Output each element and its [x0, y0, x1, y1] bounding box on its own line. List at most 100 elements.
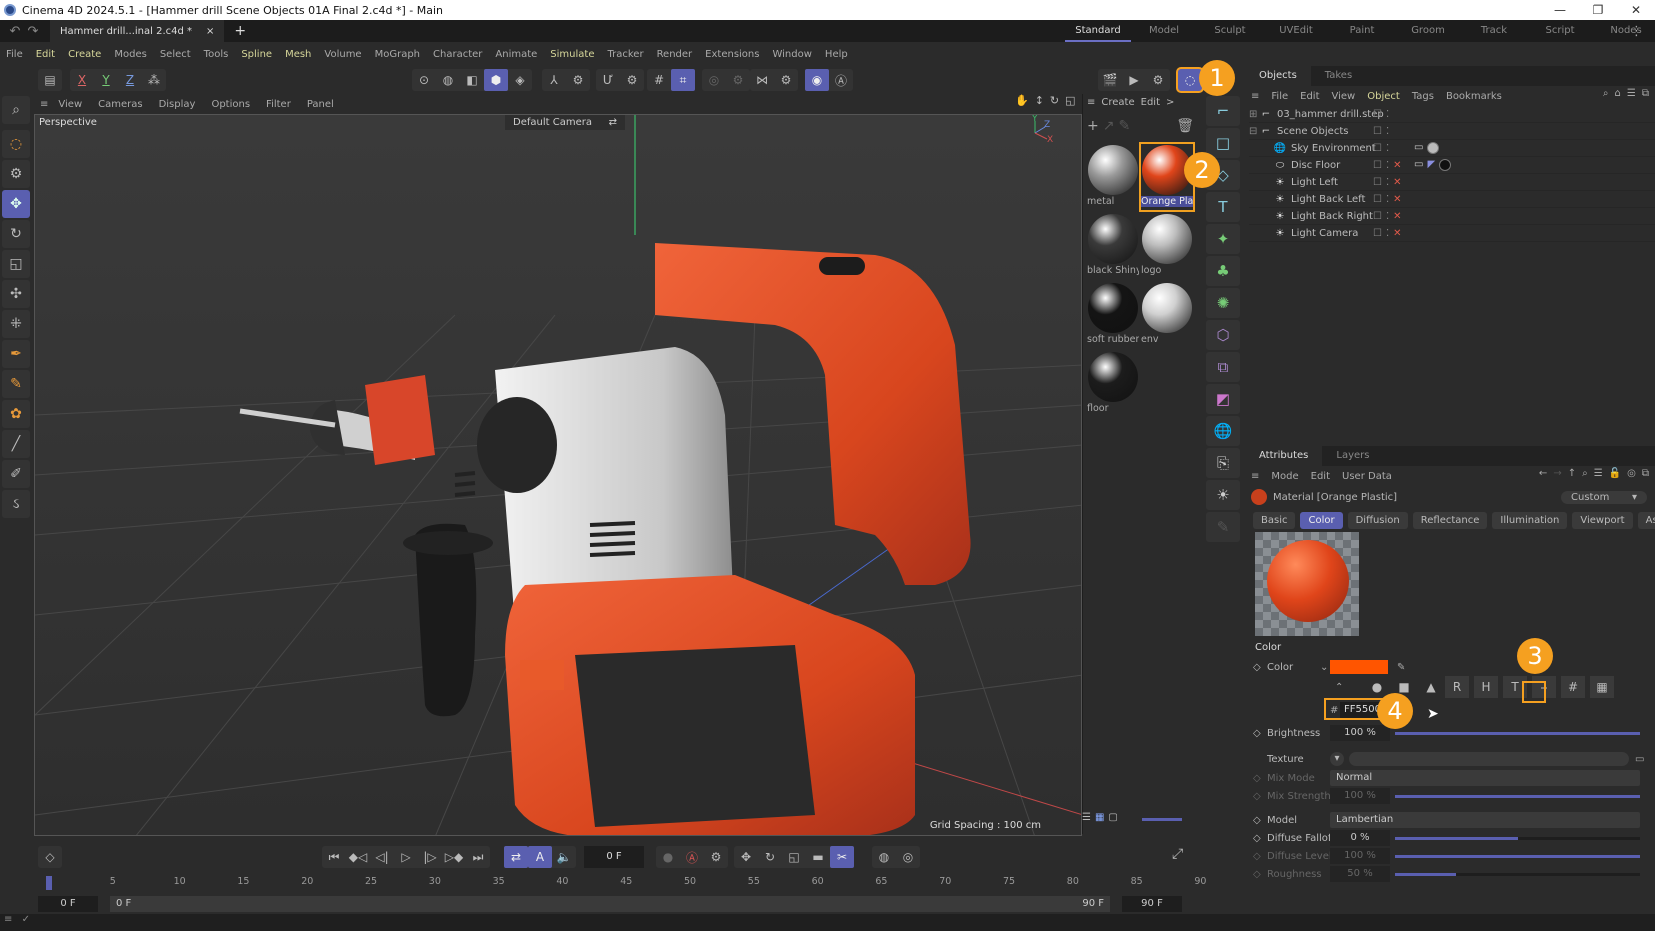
viewport-menu-cameras[interactable]: Cameras — [98, 99, 142, 110]
object-row[interactable]: ☀ Light Back Left ☐ ⁚ ✕ — [1249, 191, 1655, 208]
layer-edit-icon[interactable]: ☐ — [1373, 126, 1382, 137]
material-item[interactable]: black Shiny — [1087, 213, 1139, 279]
thumbnail-size-slider[interactable] — [1141, 818, 1182, 821]
texture-slot[interactable] — [1349, 752, 1629, 766]
new-window-attributes-icon[interactable]: ⧉ — [1642, 468, 1649, 479]
motion-record-icon[interactable]: ◎ — [896, 846, 920, 868]
timeline-ruler[interactable]: 051015202530354045505560657075808590 — [46, 876, 1206, 890]
auto-solo-icon[interactable]: Ⓐ — [829, 69, 853, 91]
keyframe-selection-icon[interactable]: ⚙ — [704, 846, 728, 868]
move-points-icon[interactable]: ⁜ — [2, 310, 30, 338]
material-item[interactable]: floor — [1087, 351, 1139, 417]
attribute-menu-user-data[interactable]: User Data — [1342, 471, 1392, 482]
lock-icon[interactable]: 🔓 — [1609, 468, 1621, 479]
snap-icon[interactable]: Ư — [596, 69, 620, 91]
layout-tab-paint[interactable]: Paint — [1329, 20, 1395, 42]
menu-spline[interactable]: Spline — [241, 49, 272, 60]
prev-key-icon[interactable]: ◆◁ — [346, 846, 370, 868]
symmetry-icon[interactable]: ⋈ — [750, 69, 774, 91]
material-menu-edit[interactable]: Edit — [1141, 97, 1160, 111]
timeline-graph-icon[interactable]: ⤢ — [1172, 846, 1183, 862]
grid-view-icon[interactable]: ▦ — [1095, 812, 1104, 823]
expand-toggle-icon[interactable]: ⊟ — [1249, 126, 1259, 137]
layout-tab-uvedit[interactable]: UVEdit — [1263, 20, 1329, 42]
diffuse-level-slider[interactable] — [1395, 854, 1640, 858]
object-row[interactable]: ☀ Light Left ☐ ⁚ ✕ — [1249, 174, 1655, 191]
dolly-icon[interactable]: ↕ — [1035, 94, 1044, 107]
pan-icon[interactable]: ✋ — [1015, 94, 1029, 107]
menu-render[interactable]: Render — [657, 49, 693, 60]
visibility-dots-icon[interactable]: ⁚ — [1386, 228, 1389, 239]
color-mode-hex-button[interactable]: # — [1561, 676, 1585, 698]
symmetry-settings-icon[interactable]: ⚙ — [774, 69, 798, 91]
3d-viewport[interactable]: Y Z X Perspective Default Camera ⇄ Grid … — [34, 114, 1082, 836]
home-icon[interactable]: ⌂ — [1615, 88, 1621, 99]
object-row[interactable]: ⊟ ⌐ Scene Objects ☐ ⁚ — [1249, 123, 1655, 140]
autokey-icon[interactable]: Ⓐ — [680, 846, 704, 868]
mograph-icon[interactable]: ♣ — [1206, 256, 1240, 286]
snap-settings-icon[interactable]: ⚙ — [620, 69, 644, 91]
viewport-menu-filter[interactable]: Filter — [266, 99, 291, 110]
mix-mode-dropdown[interactable]: Normal — [1330, 770, 1640, 786]
object-menu-tags[interactable]: Tags — [1412, 91, 1434, 102]
range-start-field[interactable]: 0 F — [38, 896, 98, 912]
layer-edit-icon[interactable]: ☐ — [1373, 228, 1382, 239]
light-object-icon[interactable]: ☀ — [1206, 480, 1240, 510]
keyframe-diamond-icon[interactable]: ◇ — [1253, 773, 1261, 784]
object-menu-object[interactable]: Object — [1367, 91, 1400, 102]
coordinate-system-icon[interactable]: ⁂ — [142, 69, 166, 91]
undo-icon[interactable]: ↶ — [6, 24, 24, 39]
menu-character[interactable]: Character — [433, 49, 482, 60]
keyframe-diamond-icon[interactable]: ◇ — [1253, 728, 1261, 739]
filter-attributes-icon[interactable]: ☰ — [1594, 468, 1603, 479]
material-item[interactable]: logo — [1141, 213, 1193, 279]
status-menu-icon[interactable]: ≡ — [4, 914, 12, 925]
object-row[interactable]: ☀ Light Back Right ☐ ⁚ ✕ — [1249, 208, 1655, 225]
soft-selection-settings-icon[interactable]: ⚙ — [726, 69, 750, 91]
filter-icon[interactable]: ☰ — [1627, 88, 1636, 99]
transform-tool-icon[interactable]: ✣ — [2, 280, 30, 308]
menu-mograph[interactable]: MoGraph — [375, 49, 420, 60]
color-mode-hsv-button[interactable]: H — [1474, 676, 1498, 698]
subtab-illumination[interactable]: Illumination — [1492, 512, 1568, 529]
render-tag-icon[interactable]: ▭ — [1414, 159, 1423, 171]
color-mode-swatches-button[interactable]: ▦ — [1590, 676, 1614, 698]
material-item[interactable]: env — [1141, 282, 1193, 348]
attribute-menu-mode[interactable]: Mode — [1271, 471, 1298, 482]
target-icon[interactable]: ◎ — [1627, 468, 1636, 479]
render-view-icon[interactable]: ▶ — [1122, 69, 1146, 91]
minimize-button[interactable]: — — [1541, 0, 1579, 20]
layout-tab-standard[interactable]: Standard — [1065, 20, 1131, 42]
tab-layers[interactable]: Layers — [1322, 446, 1383, 466]
keyframe-diamond-icon[interactable]: ◇ — [1253, 833, 1261, 844]
model-mode-icon[interactable]: ⬢ — [484, 69, 508, 91]
menu-file[interactable]: File — [6, 49, 23, 60]
menu-window[interactable]: Window — [772, 49, 811, 60]
expand-toggle-icon[interactable]: ⊞ — [1249, 109, 1259, 120]
object-row[interactable]: 🌐 Sky Environment ☐ ⁚ ▭ — [1249, 140, 1655, 157]
disabled-x-icon[interactable]: ✕ — [1393, 160, 1401, 171]
move-tool-icon[interactable]: ✥ — [2, 190, 30, 218]
preset-dropdown[interactable]: Custom ▾ — [1561, 490, 1647, 504]
visibility-dots-icon[interactable]: ⁚ — [1386, 211, 1389, 222]
tag-edit-icon[interactable]: ✎ — [1206, 512, 1240, 542]
model-dropdown[interactable]: Lambertian — [1330, 812, 1640, 828]
keyframe-diamond-icon[interactable]: ◇ — [1253, 791, 1261, 802]
object-menu-view[interactable]: View — [1332, 91, 1356, 102]
keyframe-diamond-icon[interactable]: ◇ — [1253, 869, 1261, 880]
go-to-start-icon[interactable]: ⏮ — [322, 846, 346, 868]
object-row[interactable]: ☀ Light Camera ☐ ⁚ ✕ — [1249, 225, 1655, 242]
object-menu-bookmarks[interactable]: Bookmarks — [1446, 91, 1502, 102]
undo-history-icon[interactable]: ▤ — [38, 69, 62, 91]
key-pla-icon[interactable]: ✂ — [830, 846, 854, 868]
search-icon[interactable]: ⌕ — [2, 96, 30, 124]
pick-material-icon[interactable]: ✎ — [1118, 118, 1130, 136]
subtab-viewport[interactable]: Viewport — [1572, 512, 1633, 529]
sketch-icon[interactable]: ઽ — [2, 490, 30, 518]
material-tag-icon[interactable] — [1427, 142, 1440, 154]
menu-select[interactable]: Select — [160, 49, 191, 60]
layer-edit-icon[interactable]: ☐ — [1373, 177, 1382, 188]
layer-edit-icon[interactable]: ☐ — [1373, 211, 1382, 222]
material-tag-icon[interactable] — [1439, 159, 1452, 171]
subtab-color[interactable]: Color — [1300, 512, 1343, 529]
